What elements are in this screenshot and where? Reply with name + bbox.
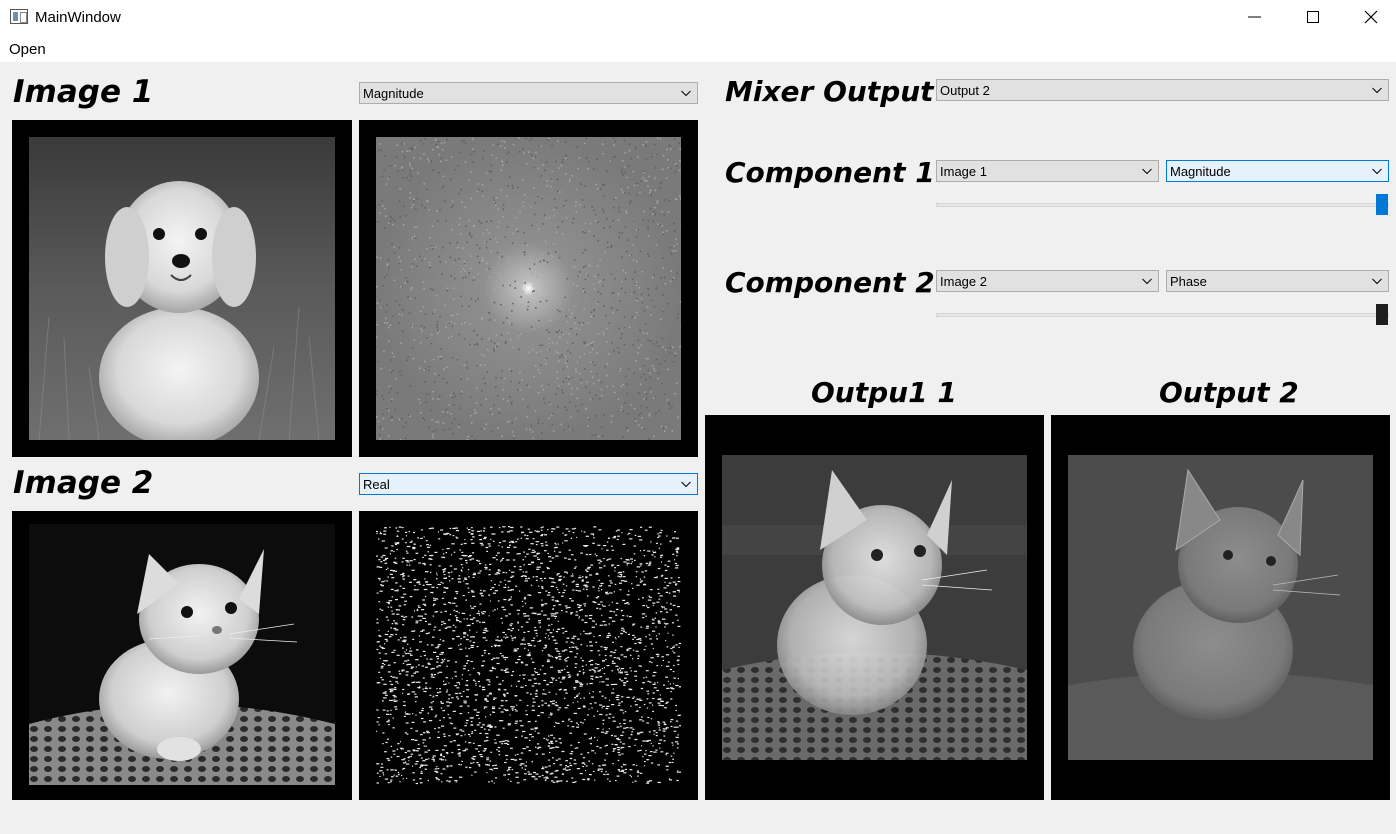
output2-mixed-image [1068,455,1373,760]
output1-panel [705,415,1044,800]
app-icon [10,9,28,24]
chevron-down-icon [1142,278,1152,285]
chevron-down-icon [681,90,691,97]
chevron-down-icon [1372,87,1382,94]
chevron-down-icon [1372,168,1382,175]
component2-type-select[interactable]: Phase [1166,270,1389,292]
component1-type-value: Magnitude [1170,164,1231,179]
image2-original-panel [12,511,352,800]
mixer-output-select[interactable]: Output 2 [936,79,1389,101]
slider-groove [936,203,1389,207]
slider-handle[interactable] [1376,194,1388,215]
image1-component-value: Magnitude [363,86,424,101]
component2-ratio-slider[interactable] [936,303,1389,327]
image2-component-select[interactable]: Real [359,473,698,495]
minimize-button[interactable] [1226,0,1284,34]
slider-groove [936,313,1389,317]
component1-source-select[interactable]: Image 1 [936,160,1159,182]
component1-type-select[interactable]: Magnitude [1166,160,1389,182]
output2-heading: Output 2 [1159,376,1299,409]
window-title: MainWindow [35,9,121,26]
close-icon [1364,10,1378,24]
chevron-down-icon [1372,278,1382,285]
minimize-icon [1248,16,1261,18]
output2-panel [1051,415,1390,800]
maximize-button[interactable] [1284,0,1342,34]
image2-fft-panel [359,511,698,800]
component1-heading: Component 1 [725,156,935,189]
menu-open[interactable]: Open [9,41,46,58]
component2-source-select[interactable]: Image 2 [936,270,1159,292]
maximize-icon [1307,11,1319,23]
image2-kitten-photo [29,524,335,785]
image1-magnitude-spectrum [376,137,681,440]
chevron-down-icon [681,481,691,488]
image1-component-select[interactable]: Magnitude [359,82,698,104]
output1-mixed-image [722,455,1027,760]
component2-type-value: Phase [1170,274,1207,289]
image2-real-spectrum [376,526,681,785]
image1-dog-photo [29,137,335,440]
chevron-down-icon [1142,168,1152,175]
image1-fft-panel [359,120,698,457]
mixer-output-value: Output 2 [940,83,990,98]
image1-original-panel [12,120,352,457]
menu-bar: Open [0,36,1396,62]
component2-source-value: Image 2 [940,274,987,289]
mixer-output-heading: Mixer Output [725,75,934,108]
output1-heading: Outpu1 1 [811,376,957,409]
image1-heading: Image 1 [13,74,154,110]
component1-source-value: Image 1 [940,164,987,179]
component2-heading: Component 2 [725,266,935,299]
image2-component-value: Real [363,477,390,492]
slider-handle[interactable] [1376,304,1388,325]
title-bar: MainWindow [0,0,1396,36]
image2-heading: Image 2 [13,465,154,501]
component1-ratio-slider[interactable] [936,193,1389,217]
close-button[interactable] [1342,0,1396,34]
